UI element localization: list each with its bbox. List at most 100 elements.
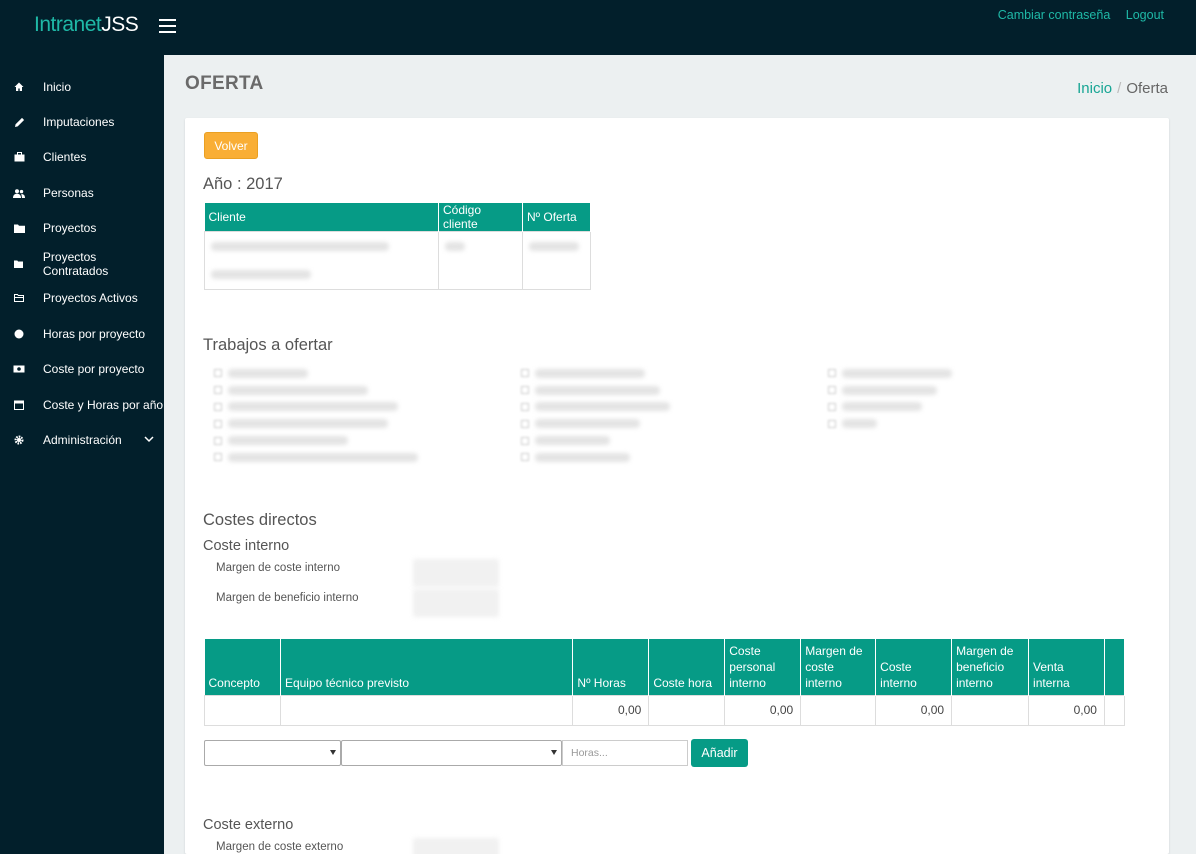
cost-cell: 0,00 <box>875 694 953 726</box>
folder-small-icon <box>12 257 26 271</box>
sidebar-item-label: Horas por proyecto <box>43 327 146 341</box>
internal-profit-margin-label: Margen de beneficio interno <box>216 592 359 604</box>
money-icon <box>12 362 26 376</box>
sidebar-item-coste-horas-ano[interactable]: Coste y Horas por año <box>0 390 164 420</box>
list-item[interactable] <box>214 382 444 399</box>
cost-cell: 0,00 <box>572 694 650 726</box>
direct-costs-heading: Costes directos <box>203 511 317 529</box>
list-item[interactable] <box>521 432 751 449</box>
circle-icon <box>12 327 26 341</box>
works-heading: Trabajos a ofertar <box>203 336 333 354</box>
list-item[interactable] <box>521 382 751 399</box>
sidebar-item-label: Proyectos <box>43 221 97 235</box>
sidebar-item-administracion[interactable]: Administración <box>0 425 164 455</box>
sidebar-item-inicio[interactable]: Inicio <box>0 72 164 102</box>
sidebar-item-clientes[interactable]: Clientes <box>0 142 164 172</box>
cost-table-header: Coste personal interno <box>724 639 802 695</box>
sidebar-item-imputaciones[interactable]: Imputaciones <box>0 107 164 137</box>
offer-number-cell-blurred <box>522 231 591 290</box>
internal-cost-margin-field[interactable] <box>413 559 499 587</box>
concept-select[interactable] <box>204 740 341 766</box>
sidebar-item-label: Inicio <box>43 80 72 94</box>
list-item[interactable] <box>828 415 1058 432</box>
client-cell-blurred <box>204 231 439 290</box>
external-cost-heading: Coste externo <box>203 817 294 833</box>
client-table-header: Nº Oferta <box>522 203 591 232</box>
sidebar-item-label: Coste por proyecto <box>43 362 145 376</box>
sidebar-item-label: Imputaciones <box>43 115 115 129</box>
client-table-header: Cliente <box>204 203 439 232</box>
client-code-cell-blurred <box>438 231 523 290</box>
pencil-icon <box>12 115 26 129</box>
sidebar-item-label: Proyectos Contratados <box>42 250 109 278</box>
cost-table-header: Concepto <box>204 639 281 695</box>
cost-table-header: Equipo técnico previsto <box>280 639 574 695</box>
cost-cell: 0,00 <box>724 694 802 726</box>
cost-cell <box>951 694 1030 726</box>
cost-cell <box>1103 694 1126 726</box>
gear-icon <box>12 433 26 447</box>
sidebar-item-personas[interactable]: Personas <box>0 178 164 208</box>
external-cost-margin-field[interactable] <box>413 838 499 854</box>
sidebar-item-label: Clientes <box>43 150 87 164</box>
logout-link[interactable]: Logout <box>1126 8 1164 22</box>
list-item[interactable] <box>214 432 444 449</box>
internal-cost-margin-label: Margen de coste interno <box>216 562 341 574</box>
cost-table-header: Margen de coste interno <box>800 639 877 695</box>
offer-card: Volver Año : 2017 Cliente Código cliente… <box>185 118 1169 854</box>
works-checklist-col-1 <box>214 365 444 466</box>
sidebar-item-coste-por-proyecto[interactable]: Coste por proyecto <box>0 354 164 384</box>
sidebar-item-proyectos[interactable]: Proyectos <box>0 213 164 243</box>
sidebar-item-label: Personas <box>43 186 94 200</box>
briefcase-icon <box>12 150 26 164</box>
user-links: Cambiar contraseña Logout <box>986 8 1164 22</box>
list-item[interactable] <box>828 399 1058 416</box>
add-button[interactable]: Añadir <box>691 739 748 767</box>
folder-open-icon <box>12 291 26 305</box>
sidebar-item-label: Proyectos Activos <box>43 291 138 305</box>
table-row <box>204 231 591 290</box>
breadcrumb-home-link[interactable]: Inicio <box>1077 80 1112 97</box>
works-checklist-col-2 <box>521 365 751 466</box>
client-table: Cliente Código cliente Nº Oferta <box>204 203 591 290</box>
hours-input[interactable]: Horas... <box>562 740 688 766</box>
internal-cost-heading: Coste interno <box>203 538 290 554</box>
table-row: 0,00 0,00 0,00 0,00 <box>204 694 1126 726</box>
cost-cell <box>204 694 281 726</box>
year-heading: Año : 2017 <box>203 175 283 193</box>
dropdown-arrow-icon <box>551 750 557 755</box>
list-item[interactable] <box>214 449 444 466</box>
cost-cell <box>279 694 574 726</box>
external-cost-margin-label: Margen de coste externo <box>216 841 344 853</box>
sidebar-item-horas-por-proyecto[interactable]: Horas por proyecto <box>0 319 164 349</box>
list-item[interactable] <box>214 365 444 382</box>
top-navbar: IntranetJSS Cambiar contraseña Logout <box>0 0 1196 55</box>
brand-part-2: JSS <box>101 13 139 36</box>
chevron-down-icon[interactable] <box>144 433 154 443</box>
breadcrumb-separator: / <box>1117 80 1122 97</box>
sidebar-item-label: Administración <box>43 433 122 447</box>
list-item[interactable] <box>521 399 751 416</box>
cost-cell <box>648 694 726 726</box>
list-item[interactable] <box>521 415 751 432</box>
sidebar: Inicio Imputaciones Clientes Personas Pr… <box>0 55 164 854</box>
hamburger-menu-icon[interactable] <box>159 19 176 33</box>
list-item[interactable] <box>521 449 751 466</box>
internal-profit-margin-field[interactable] <box>413 589 499 617</box>
list-item[interactable] <box>214 415 444 432</box>
sidebar-item-proyectos-activos[interactable]: Proyectos Activos <box>0 283 164 313</box>
sidebar-item-label: Coste y Horas por año <box>43 398 164 412</box>
list-item[interactable] <box>828 365 1058 382</box>
back-button[interactable]: Volver <box>204 132 258 159</box>
brand-logo[interactable]: IntranetJSS <box>34 13 139 37</box>
sidebar-item-proyectos-contratados[interactable]: Proyectos Contratados <box>0 249 164 279</box>
cost-cell: 0,00 <box>1028 694 1105 726</box>
technical-team-select[interactable] <box>341 740 562 766</box>
list-item[interactable] <box>214 399 444 416</box>
list-item[interactable] <box>828 382 1058 399</box>
change-password-link[interactable]: Cambiar contraseña <box>998 8 1111 22</box>
calendar-icon <box>12 398 26 412</box>
breadcrumb: Inicio / Oferta <box>1077 80 1168 97</box>
list-item[interactable] <box>521 365 751 382</box>
home-icon <box>12 80 26 94</box>
